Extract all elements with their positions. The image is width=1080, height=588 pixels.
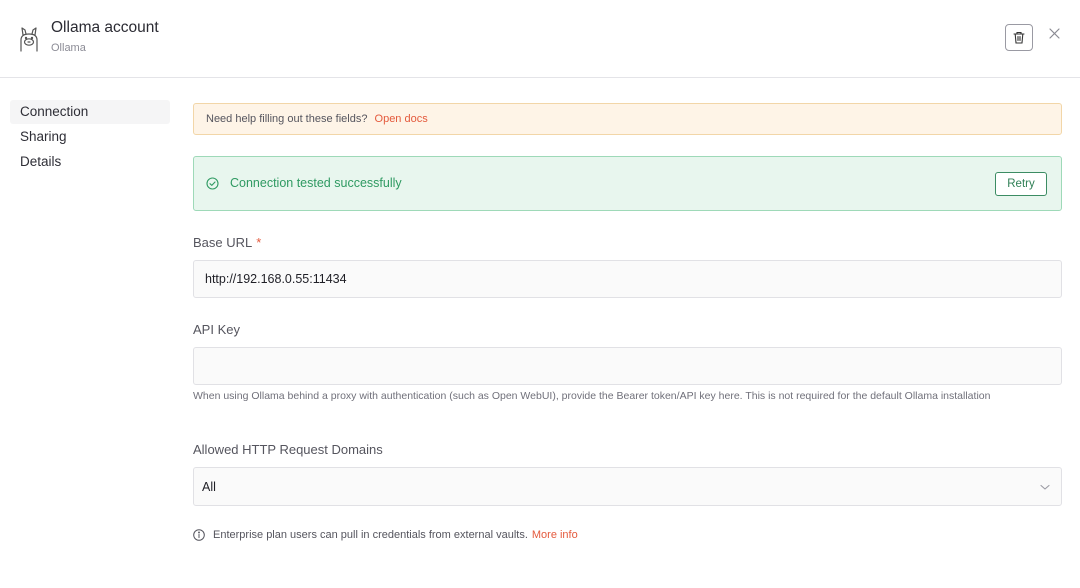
close-button[interactable] — [1046, 25, 1062, 41]
api-key-input[interactable] — [193, 347, 1062, 385]
base-url-label-text: Base URL — [193, 235, 253, 250]
info-icon — [193, 529, 205, 541]
page-title: Ollama account — [51, 19, 159, 36]
required-mark: * — [256, 235, 262, 250]
sidebar-item-sharing[interactable]: Sharing — [10, 125, 170, 149]
delete-button[interactable] — [1005, 24, 1033, 51]
modal-header: Ollama account Ollama — [0, 0, 1080, 78]
sidebar-item-connection[interactable]: Connection — [10, 100, 170, 124]
allowed-domains-label: Allowed HTTP Request Domains — [193, 442, 383, 457]
enterprise-info-text: Enterprise plan users can pull in creden… — [213, 529, 528, 541]
more-info-link[interactable]: More info — [532, 529, 578, 541]
allowed-domains-value: All — [202, 480, 216, 494]
base-url-label: Base URL * — [193, 235, 261, 250]
chevron-down-icon — [1040, 484, 1050, 490]
connection-status-banner: Connection tested successfully Retry — [193, 156, 1062, 211]
check-circle-icon — [206, 177, 219, 190]
connection-status-text: Connection tested successfully — [230, 176, 402, 190]
help-notice: Need help filling out these fields? Open… — [193, 103, 1062, 135]
page-subtitle: Ollama — [51, 42, 86, 54]
allowed-domains-select[interactable]: All — [193, 467, 1062, 506]
help-notice-text: Need help filling out these fields? — [206, 113, 368, 125]
trash-icon — [1013, 31, 1025, 44]
retry-button[interactable]: Retry — [995, 172, 1047, 196]
api-key-hint: When using Ollama behind a proxy with au… — [193, 390, 991, 402]
sidebar-item-details[interactable]: Details — [10, 150, 170, 174]
llama-icon — [20, 27, 38, 52]
base-url-input[interactable] — [193, 260, 1062, 298]
close-icon — [1048, 27, 1060, 39]
enterprise-info: Enterprise plan users can pull in creden… — [193, 528, 578, 542]
open-docs-link[interactable]: Open docs — [375, 113, 428, 125]
api-key-label: API Key — [193, 322, 240, 337]
